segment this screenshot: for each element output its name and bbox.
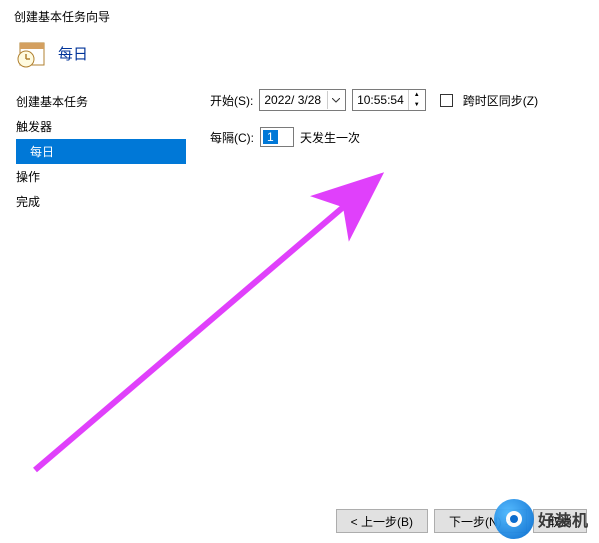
time-spinner[interactable]: ▲ ▼ [408,90,425,110]
interval-input[interactable]: 1 [260,127,294,147]
wizard-header: 每日 [0,29,599,89]
start-label: 开始(S): [210,92,253,109]
spin-up-icon[interactable]: ▲ [409,90,425,100]
wizard-heading: 每日 [58,43,88,64]
spin-down-icon[interactable]: ▼ [409,100,425,110]
annotation-arrow-icon [25,170,395,480]
tz-sync-label: 跨时区同步(Z) [463,92,538,109]
sidebar-item-daily[interactable]: 每日 [16,139,186,164]
time-picker[interactable]: 10:55:54 ▲ ▼ [352,89,426,111]
chevron-down-icon[interactable] [327,91,343,109]
interval-suffix: 天发生一次 [300,129,360,146]
next-button[interactable]: 下一步(N) > [434,509,527,533]
date-picker[interactable]: 2022/ 3/28 [259,89,346,111]
calendar-clock-icon [16,37,48,69]
wizard-sidebar: 创建基本任务 触发器 每日 操作 完成 [16,89,186,214]
interval-value: 1 [263,130,278,144]
back-button[interactable]: < 上一步(B) [336,509,428,533]
interval-label: 每隔(C): [210,129,254,146]
time-value: 10:55:54 [357,93,404,107]
wizard-main: 开始(S): 2022/ 3/28 10:55:54 ▲ ▼ 跨时区同步(Z) … [186,89,591,214]
date-value: 2022/ 3/28 [264,93,321,107]
cancel-button[interactable]: 取消 [533,509,587,533]
tz-sync-checkbox[interactable] [440,94,453,107]
sidebar-item-action[interactable]: 操作 [16,164,186,189]
sidebar-item-finish[interactable]: 完成 [16,189,186,214]
window-title: 创建基本任务向导 [0,0,599,29]
wizard-footer: < 上一步(B) 下一步(N) > 取消 [336,509,587,533]
sidebar-item-create[interactable]: 创建基本任务 [16,89,186,114]
sidebar-item-trigger[interactable]: 触发器 [16,114,186,139]
